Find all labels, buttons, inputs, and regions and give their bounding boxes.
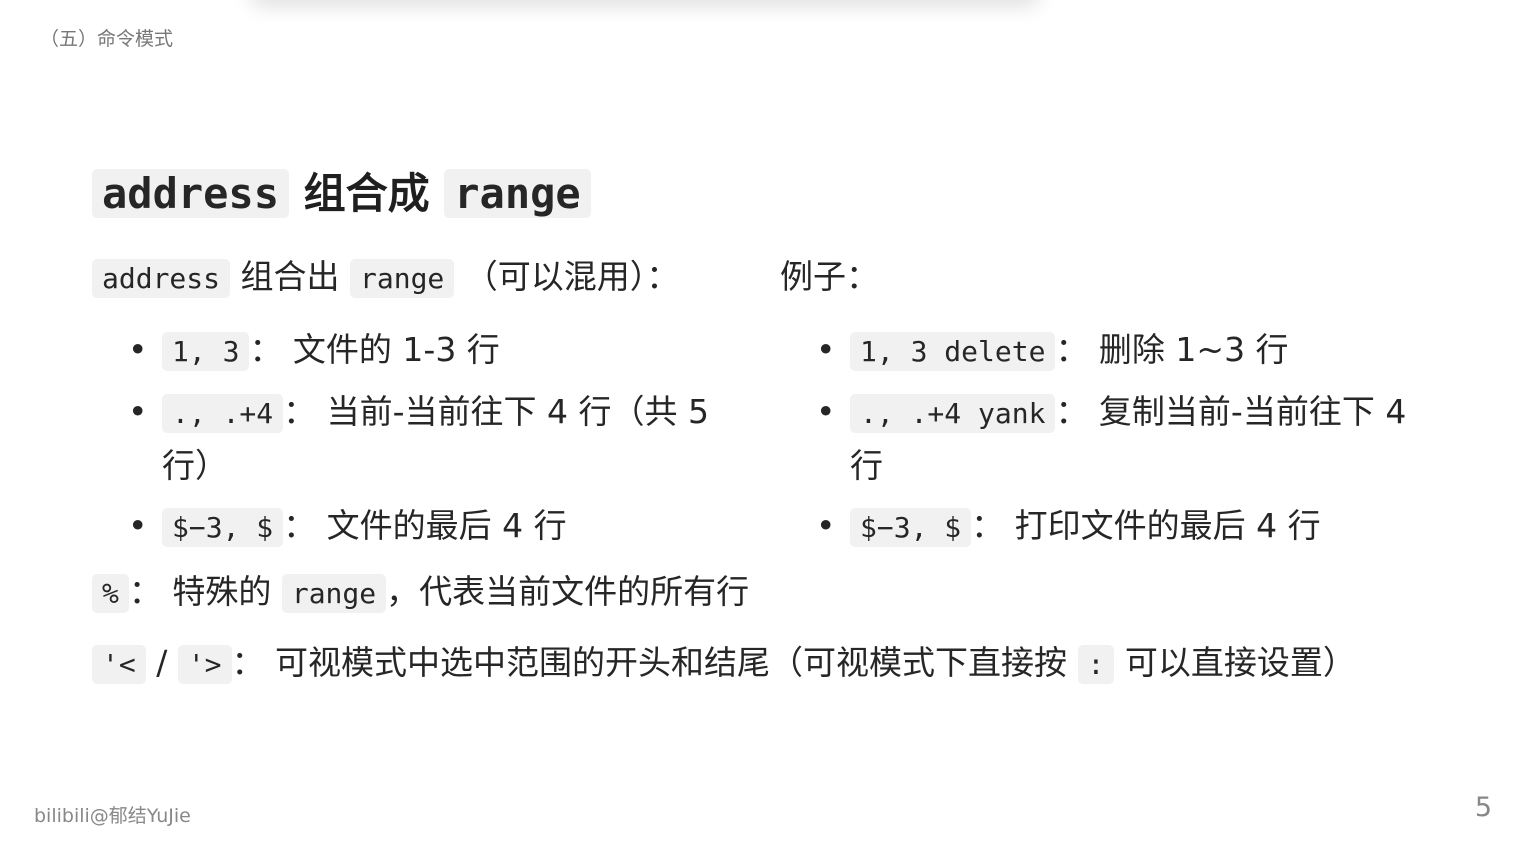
left-column: • 1, 3： 文件的 1-3 行 •., .+4： 当前-当前往下 4 行（共 … bbox=[92, 324, 732, 562]
bullet-icon: • bbox=[816, 392, 836, 431]
section-label: （五）命令模式 bbox=[40, 28, 174, 50]
right-column: • 1, 3 delete： 删除 1~3 行 •., .+4 yank： 复制当… bbox=[780, 324, 1440, 562]
bullet-icon: • bbox=[816, 506, 836, 545]
colon-key-code: : bbox=[1077, 645, 1115, 684]
list-item: • 1, 3 delete： 删除 1~3 行 bbox=[816, 324, 1440, 378]
left-list: • 1, 3： 文件的 1-3 行 •., .+4： 当前-当前往下 4 行（共 … bbox=[92, 324, 732, 554]
list-item-text: ： 打印文件的最后 4 行 bbox=[971, 506, 1321, 545]
list-item: • $−3, $： 打印文件的最后 4 行 bbox=[816, 500, 1440, 554]
list-item-code: $−3, $ bbox=[850, 508, 972, 547]
list-item: •., .+4： 当前-当前往下 4 行（共 5 行） bbox=[128, 386, 732, 492]
visual-end-code: '> bbox=[177, 645, 232, 684]
slide-heading: address 组合成 range bbox=[92, 160, 591, 221]
bullet-icon: • bbox=[816, 330, 836, 369]
intro-code-range: range bbox=[350, 259, 455, 298]
intro-code-address: address bbox=[92, 259, 231, 298]
list-item-code: 1, 3 bbox=[162, 332, 250, 371]
visual-separator: / bbox=[145, 643, 178, 682]
intro-line: address 组合出 range （可以混用）： bbox=[92, 252, 679, 304]
percent-range-code: range bbox=[281, 574, 387, 613]
percent-text-1: ： 特殊的 bbox=[128, 572, 282, 611]
visual-line: '< / '>： 可视模式中选中范围的开头和结尾（可视模式下直接按 : 可以直接… bbox=[92, 638, 1356, 690]
bullet-icon: • bbox=[128, 330, 148, 369]
visual-start-code: '< bbox=[92, 645, 146, 684]
visual-text-1: ： 可视模式中选中范围的开头和结尾（可视模式下直接按 bbox=[231, 643, 1078, 682]
footer-credit: bilibili@郁结YuJie bbox=[34, 805, 191, 827]
list-item: • 1, 3： 文件的 1-3 行 bbox=[128, 324, 732, 378]
percent-text-2: ，代表当前文件的所有行 bbox=[386, 572, 750, 611]
list-item-code: $−3, $ bbox=[162, 508, 284, 547]
list-item-text: ： 删除 1~3 行 bbox=[1055, 330, 1289, 369]
percent-line: %： 特殊的 range ，代表当前文件的所有行 bbox=[92, 567, 749, 619]
bullet-icon: • bbox=[128, 506, 148, 545]
list-item: • $−3, $： 文件的最后 4 行 bbox=[128, 500, 732, 554]
page-number: 5 bbox=[1474, 792, 1492, 823]
list-item-text: ： 文件的最后 4 行 bbox=[283, 506, 567, 545]
heading-code-range: range bbox=[444, 169, 591, 218]
heading-code-address: address bbox=[92, 169, 290, 218]
right-list: • 1, 3 delete： 删除 1~3 行 •., .+4 yank： 复制当… bbox=[780, 324, 1440, 554]
bullet-icon: • bbox=[128, 392, 148, 431]
examples-label: 例子： bbox=[780, 257, 879, 296]
list-item-code: ., .+4 yank bbox=[850, 394, 1056, 433]
intro-text-1: 组合出 bbox=[230, 257, 350, 296]
percent-code: % bbox=[92, 574, 129, 613]
list-item-code: 1, 3 delete bbox=[850, 332, 1056, 371]
heading-text: 组合成 bbox=[289, 169, 445, 218]
list-item: •., .+4 yank： 复制当前-当前往下 4 行 bbox=[816, 386, 1440, 492]
list-item-code: ., .+4 bbox=[162, 394, 284, 433]
visual-text-2: 可以直接设置） bbox=[1114, 643, 1356, 682]
list-item-text: ： 文件的 1-3 行 bbox=[249, 330, 500, 369]
intro-text-2: （可以混用）： bbox=[454, 257, 680, 296]
